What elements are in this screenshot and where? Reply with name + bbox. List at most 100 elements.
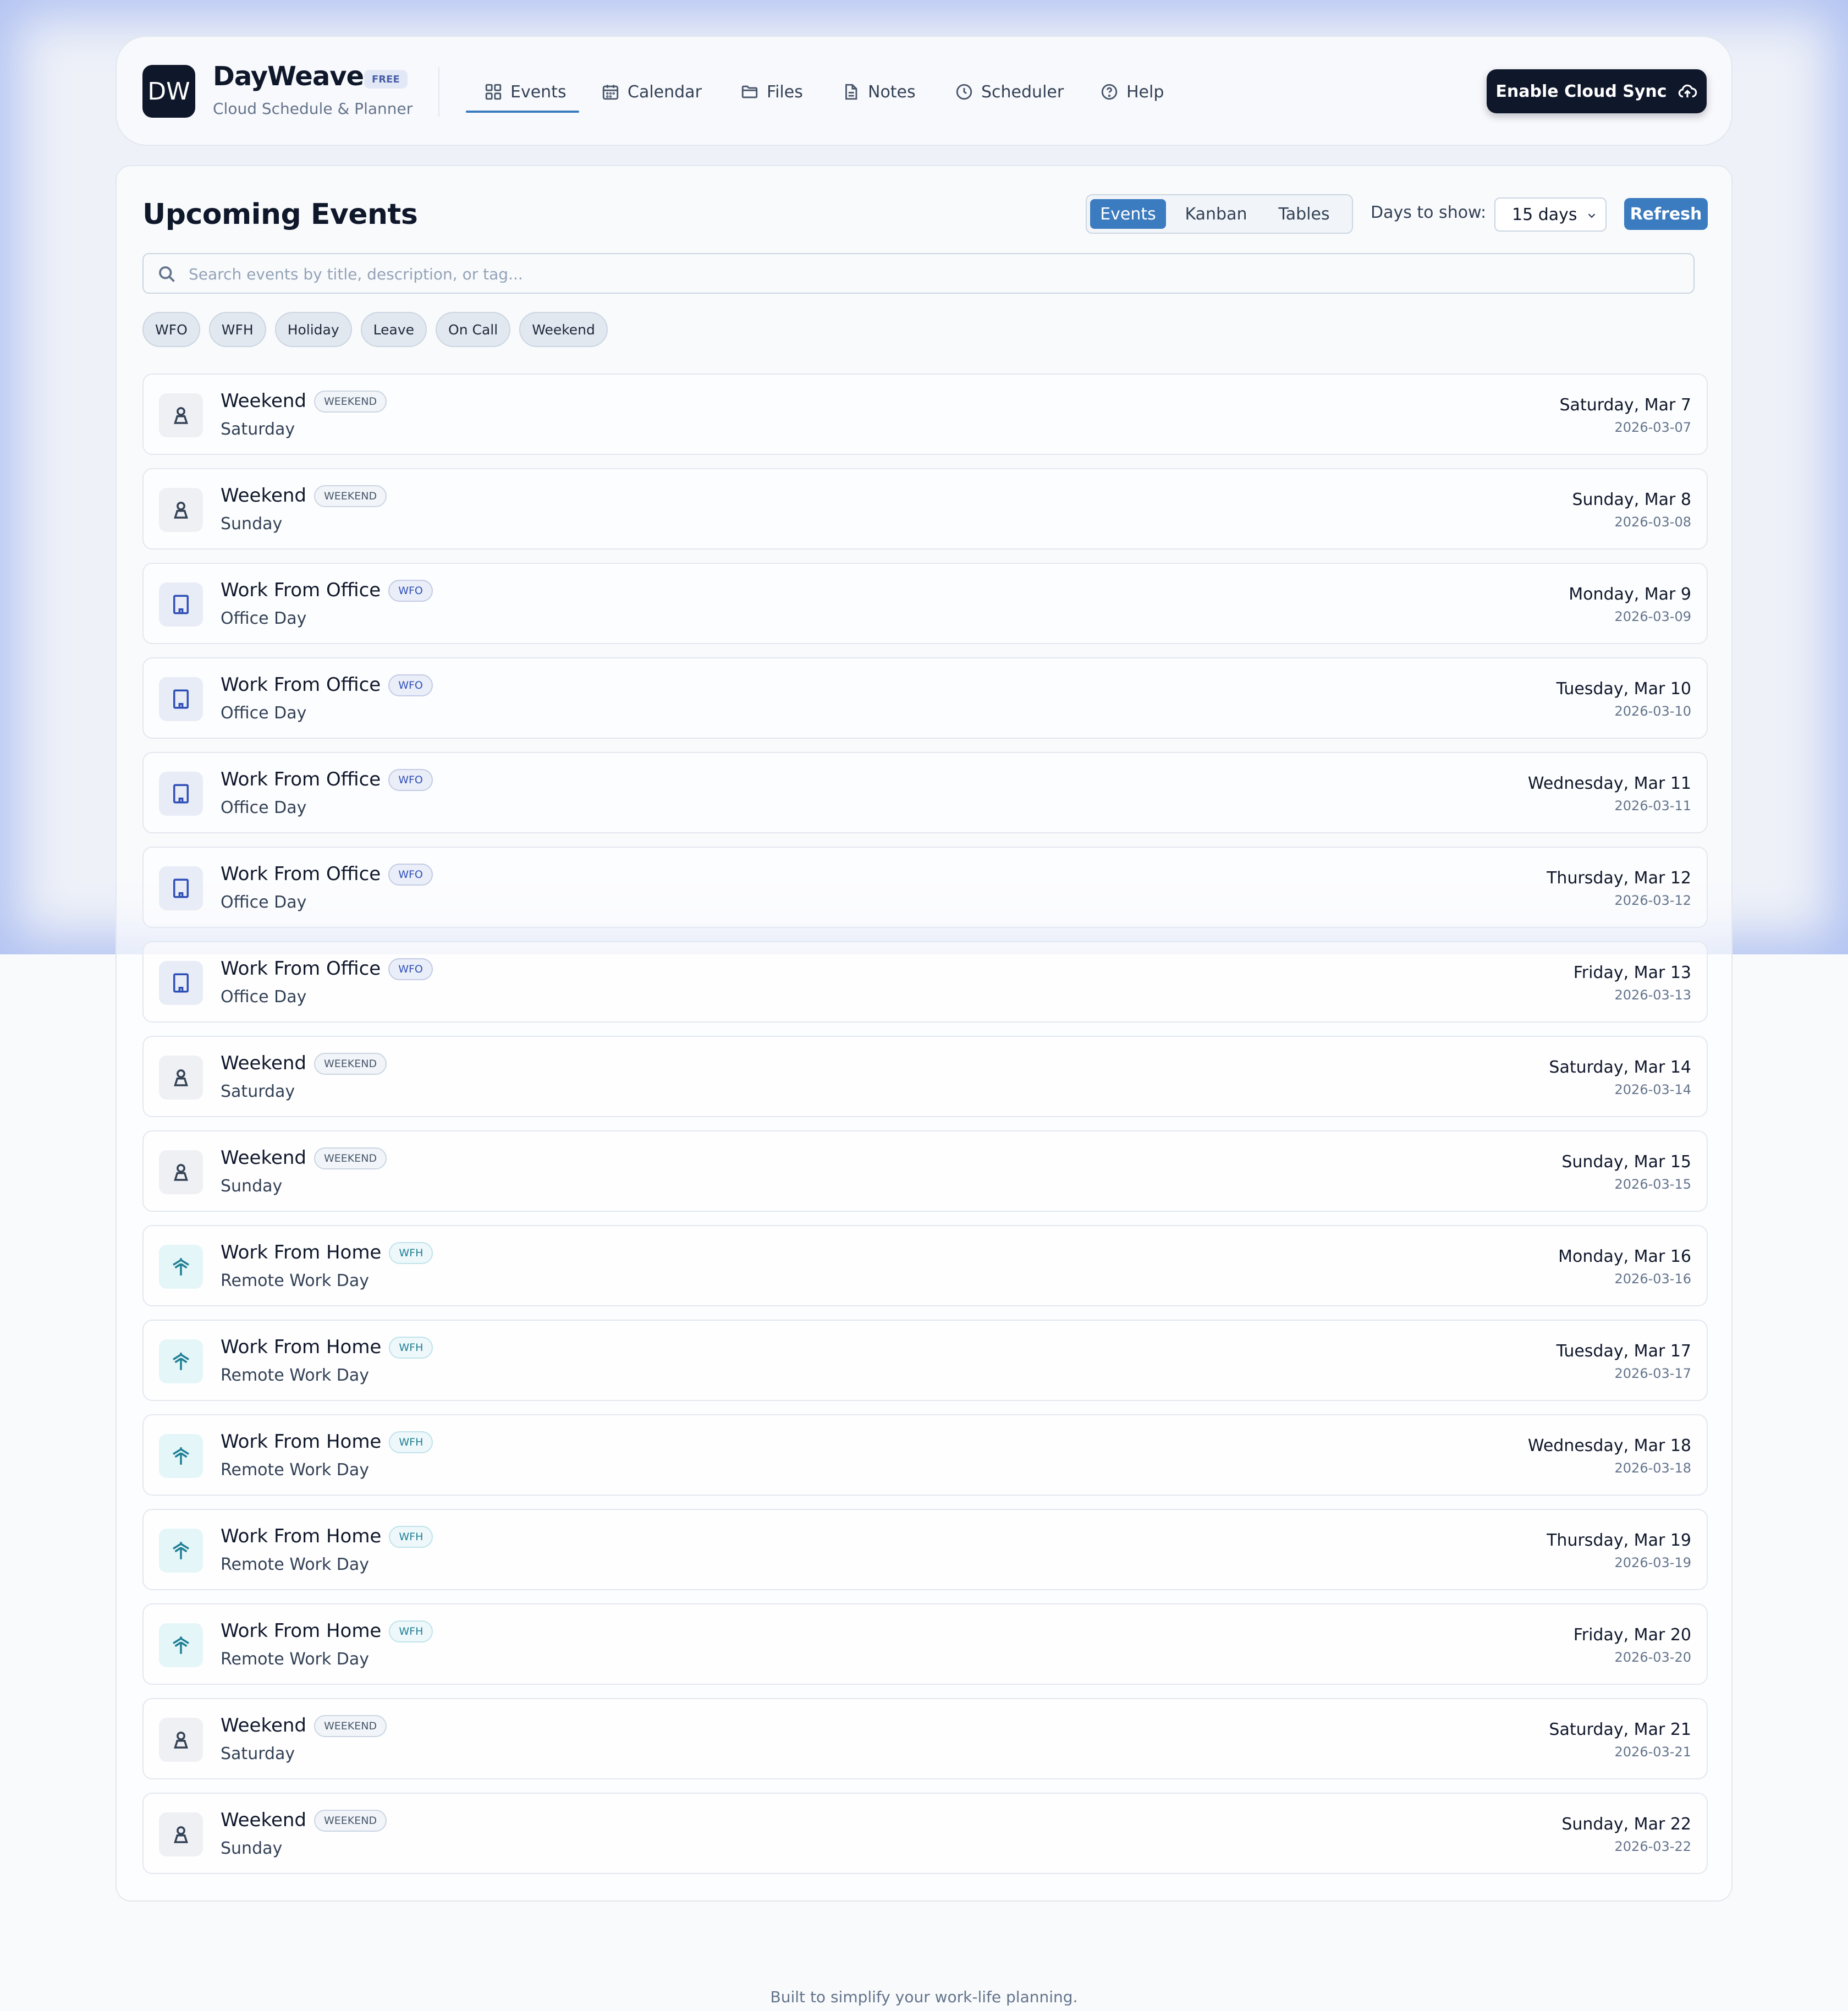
event-row[interactable]: Weekend WEEKEND Sunday Sunday, Mar 15 2026-0… (142, 1130, 1708, 1212)
nav-files[interactable]: Files (740, 75, 803, 108)
tag-filter-holiday[interactable]: Holiday (274, 312, 352, 347)
event-row[interactable]: Weekend WEEKEND Saturday Saturday, Mar 7 202… (142, 373, 1708, 455)
app-logo[interactable]: DW (142, 65, 195, 118)
event-iso-date: 2026-03-18 (1614, 1460, 1691, 1476)
event-row[interactable]: Weekend WEEKEND Saturday Saturday, Mar 14 20… (142, 1036, 1708, 1117)
event-icon (159, 866, 203, 910)
event-row[interactable]: Work From Office WFO Office Day Thursday, M… (142, 847, 1708, 928)
person-icon (174, 1069, 188, 1086)
event-icon (159, 1718, 203, 1762)
event-icon (159, 1812, 203, 1856)
folder-icon (741, 85, 758, 98)
nav-notes[interactable]: Notes (842, 75, 916, 108)
view-events-button[interactable]: Events (1090, 199, 1166, 229)
event-icon (159, 1245, 203, 1289)
event-tag-badge: WFO (388, 958, 433, 980)
event-icon (159, 1150, 203, 1194)
office-building-icon (173, 595, 189, 614)
event-title-line: Weekend WEEKEND (221, 390, 387, 413)
event-title: Work From Office (221, 674, 381, 696)
refresh-button[interactable]: Refresh (1624, 198, 1708, 230)
event-tag-badge: WEEKEND (314, 485, 387, 507)
office-building-icon (173, 878, 189, 898)
event-subtitle: Remote Work Day (221, 1366, 370, 1385)
tag-filter-wfh[interactable]: WFH (208, 312, 266, 347)
event-date: Friday, Mar 13 (1573, 963, 1691, 982)
event-icon (159, 961, 203, 1005)
event-row[interactable]: Work From Home WFH Remote Work Day Thursday… (142, 1509, 1708, 1590)
nav-events[interactable]: Events (484, 75, 566, 108)
event-row[interactable]: Weekend WEEKEND Sunday Sunday, Mar 8 2026-03… (142, 468, 1708, 550)
event-subtitle: Office Day (221, 609, 307, 628)
event-title: Work From Office (221, 579, 381, 601)
event-subtitle: Office Day (221, 798, 307, 817)
event-iso-date: 2026-03-19 (1614, 1555, 1691, 1570)
days-to-show-select[interactable]: 15 days (1494, 197, 1607, 232)
event-icon (159, 772, 203, 816)
event-title: Work From Office (221, 768, 381, 790)
view-kanban-button[interactable]: Kanban (1178, 199, 1255, 229)
event-row[interactable]: Weekend WEEKEND Saturday Saturday, Mar 21 20… (142, 1698, 1708, 1779)
event-subtitle: Remote Work Day (221, 1650, 370, 1669)
event-date: Monday, Mar 9 (1569, 585, 1691, 604)
nav-calendar[interactable]: Calendar (601, 75, 702, 108)
event-tag-badge: WEEKEND (314, 1715, 387, 1737)
event-row[interactable]: Weekend WEEKEND Sunday Sunday, Mar 22 2026-0… (142, 1793, 1708, 1874)
event-tag-badge: WEEKEND (314, 391, 387, 413)
event-title: Weekend (221, 1147, 306, 1169)
event-date: Sunday, Mar 22 (1561, 1815, 1691, 1834)
event-row[interactable]: Work From Office WFO Office Day Monday, Mar… (142, 563, 1708, 644)
event-tag-badge: WFO (388, 674, 433, 696)
event-title: Work From Office (221, 958, 381, 980)
palm-tree-icon (173, 1542, 189, 1559)
event-row[interactable]: Work From Home WFH Remote Work Day Wednesda… (142, 1414, 1708, 1496)
palm-tree-icon (173, 1353, 189, 1370)
event-title: Weekend (221, 390, 306, 412)
event-icon (159, 1623, 203, 1667)
event-tag-badge: WEEKEND (314, 1810, 387, 1832)
event-title-line: Work From Home WFH (221, 1525, 433, 1548)
view-tables-button[interactable]: Tables (1266, 199, 1343, 229)
event-date: Tuesday, Mar 10 (1556, 679, 1691, 699)
event-tag-badge: WEEKEND (314, 1053, 387, 1075)
event-tag-badge: WFO (388, 580, 433, 602)
event-tag-badge: WFH (389, 1620, 433, 1642)
nav-scheduler[interactable]: Scheduler (955, 75, 1064, 108)
person-icon (174, 407, 188, 424)
event-title-line: Weekend WEEKEND (221, 1809, 387, 1832)
search-bar (142, 253, 1695, 294)
tag-filter-leave[interactable]: Leave (360, 312, 427, 347)
event-tag-badge: WFH (389, 1526, 433, 1548)
office-building-icon (173, 784, 189, 804)
event-row[interactable]: Work From Home WFH Remote Work Day Friday, … (142, 1603, 1708, 1685)
event-row[interactable]: Work From Office WFO Office Day Friday, Mar… (142, 941, 1708, 1023)
event-title-line: Weekend WEEKEND (221, 1052, 387, 1075)
event-iso-date: 2026-03-15 (1614, 1177, 1691, 1192)
tag-filter-weekend[interactable]: Weekend (519, 312, 608, 347)
event-row[interactable]: Work From Home WFH Remote Work Day Monday, … (142, 1225, 1708, 1306)
event-subtitle: Sunday (221, 514, 283, 534)
days-to-show-label: Days to show: (1371, 203, 1487, 222)
event-title-line: Weekend WEEKEND (221, 1715, 387, 1737)
nav-calendar-label: Calendar (628, 82, 702, 102)
event-title: Work From Home (221, 1336, 382, 1358)
event-title-line: Work From Office WFO (221, 958, 433, 980)
event-subtitle: Remote Work Day (221, 1555, 370, 1574)
event-row[interactable]: Work From Office WFO Office Day Wednesday, … (142, 752, 1708, 833)
enable-cloud-sync-button[interactable]: Enable Cloud Sync (1487, 69, 1707, 113)
cloud-sync-label: Enable Cloud Sync (1495, 81, 1667, 101)
event-icon (159, 1056, 203, 1100)
search-input[interactable] (188, 260, 1675, 288)
nav-help[interactable]: Help (1100, 75, 1164, 108)
help-circle-icon (1101, 84, 1118, 100)
event-title: Work From Office (221, 863, 381, 885)
view-switcher: Events Kanban Tables (1086, 194, 1353, 234)
event-subtitle: Saturday (221, 1744, 295, 1763)
event-date: Sunday, Mar 8 (1572, 490, 1691, 509)
event-iso-date: 2026-03-10 (1614, 704, 1691, 719)
tag-filter-on-call[interactable]: On Call (436, 312, 511, 347)
person-icon (174, 1732, 188, 1749)
event-row[interactable]: Work From Home WFH Remote Work Day Tuesday,… (142, 1320, 1708, 1401)
tag-filter-wfo[interactable]: WFO (142, 312, 200, 347)
event-row[interactable]: Work From Office WFO Office Day Tuesday, Ma… (142, 657, 1708, 739)
